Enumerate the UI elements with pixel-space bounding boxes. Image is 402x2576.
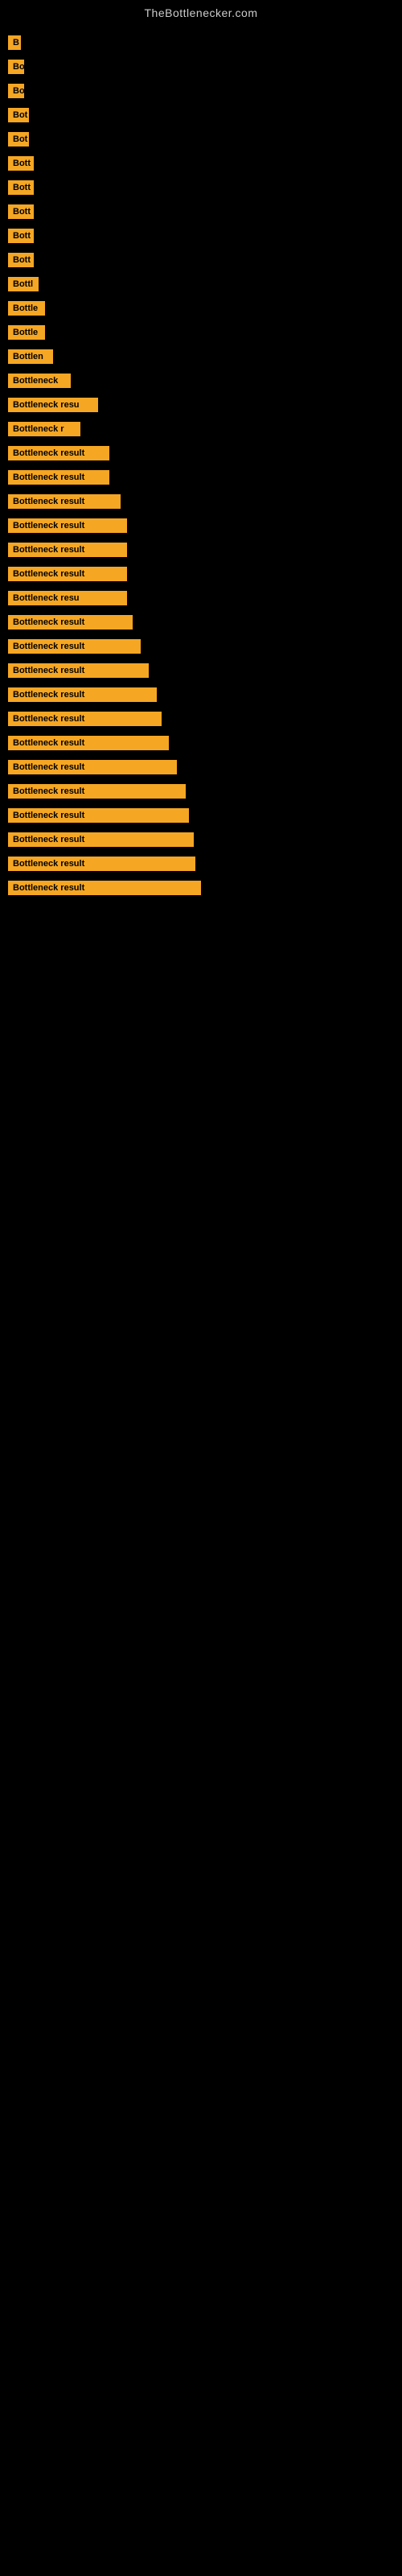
bottleneck-result-badge[interactable]: Bottleneck result [8,687,157,702]
bottleneck-result-badge[interactable]: Bot [8,132,29,147]
bottleneck-result-badge[interactable]: Bottleneck result [8,784,186,799]
bottleneck-result-badge[interactable]: Bottleneck result [8,639,141,654]
bottleneck-result-badge[interactable]: Bott [8,253,34,267]
bottleneck-result-badge[interactable]: Bo [8,60,24,74]
bottleneck-result-badge[interactable]: Bottleneck result [8,736,169,750]
bottleneck-result-badge[interactable]: B [8,35,21,50]
bottleneck-result-badge[interactable]: Bottleneck result [8,760,177,774]
bottleneck-result-badge[interactable]: Bottleneck result [8,857,195,871]
list-item: Bottleneck result [8,803,402,828]
list-item: Bo [8,79,402,103]
bottleneck-result-badge[interactable]: Bott [8,180,34,195]
list-item: Bot [8,127,402,151]
bottleneck-result-badge[interactable]: Bot [8,108,29,122]
list-item: Bot [8,103,402,127]
list-item: Bottleneck result [8,514,402,538]
list-item: Bottleneck result [8,828,402,852]
list-item: Bottleneck result [8,610,402,634]
list-item: Bo [8,55,402,79]
list-item: Bottleneck result [8,852,402,876]
bottleneck-result-badge[interactable]: Bottleneck result [8,881,201,895]
bottleneck-result-badge[interactable]: Bottleneck result [8,808,189,823]
list-item: Bottleneck [8,369,402,393]
list-item: Bottleneck result [8,731,402,755]
list-item: Bottl [8,272,402,296]
bottleneck-result-badge[interactable]: Bottle [8,325,45,340]
bottleneck-result-badge[interactable]: Bottl [8,277,39,291]
bottleneck-result-badge[interactable]: Bottleneck result [8,494,121,509]
list-item: Bottleneck resu [8,393,402,417]
bottleneck-result-badge[interactable]: Bottleneck result [8,543,127,557]
bottleneck-result-badge[interactable]: Bo [8,84,24,98]
bottleneck-result-badge[interactable]: Bottleneck resu [8,398,98,412]
list-item: Bott [8,248,402,272]
list-item: Bottleneck result [8,562,402,586]
list-item: Bottleneck result [8,538,402,562]
bottleneck-result-badge[interactable]: Bott [8,229,34,243]
items-container: B Bo Bo Bot Bot Bott Bott Bott Bott Bott Bottl Bott… [0,23,402,908]
list-item: Bott [8,200,402,224]
list-item: Bottleneck result [8,683,402,707]
bottleneck-result-badge[interactable]: Bottleneck result [8,615,133,630]
list-item: Bottleneck result [8,755,402,779]
list-item: Bottleneck result [8,779,402,803]
list-item: Bott [8,224,402,248]
bottleneck-result-badge[interactable]: Bottle [8,301,45,316]
list-item: Bottleneck result [8,658,402,683]
list-item: Bottleneck r [8,417,402,441]
bottleneck-result-badge[interactable]: Bottleneck result [8,446,109,460]
bottleneck-result-badge[interactable]: Bott [8,204,34,219]
site-title: TheBottlenecker.com [0,0,402,23]
bottleneck-result-badge[interactable]: Bottleneck result [8,663,149,678]
list-item: Bottle [8,320,402,345]
bottleneck-result-badge[interactable]: Bottleneck r [8,422,80,436]
bottleneck-result-badge[interactable]: Bottleneck [8,374,71,388]
list-item: Bottleneck result [8,707,402,731]
bottleneck-result-badge[interactable]: Bott [8,156,34,171]
list-item: Bottleneck result [8,441,402,465]
bottleneck-result-badge[interactable]: Bottlen [8,349,53,364]
list-item: Bottleneck result [8,489,402,514]
list-item: Bottleneck result [8,634,402,658]
bottleneck-result-badge[interactable]: Bottleneck result [8,518,127,533]
list-item: Bottleneck resu [8,586,402,610]
bottleneck-result-badge[interactable]: Bottleneck result [8,712,162,726]
bottleneck-result-badge[interactable]: Bottleneck result [8,832,194,847]
bottleneck-result-badge[interactable]: Bottleneck resu [8,591,127,605]
bottleneck-result-badge[interactable]: Bottleneck result [8,470,109,485]
list-item: Bott [8,151,402,175]
list-item: Bottleneck result [8,465,402,489]
list-item: Bottlen [8,345,402,369]
list-item: B [8,31,402,55]
bottleneck-result-badge[interactable]: Bottleneck result [8,567,127,581]
list-item: Bott [8,175,402,200]
list-item: Bottleneck result [8,876,402,900]
list-item: Bottle [8,296,402,320]
